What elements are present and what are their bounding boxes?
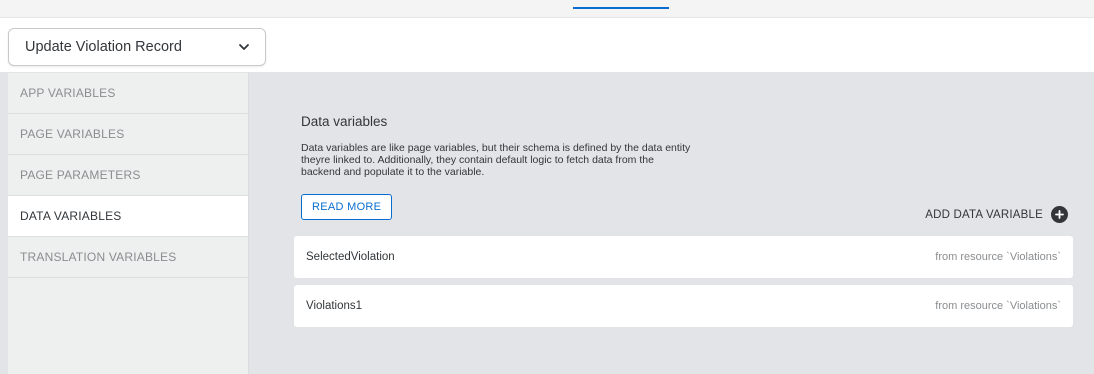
- data-variables-panel: Data variables Data variables are like p…: [294, 73, 1074, 374]
- sidebar-item-data-variables[interactable]: DATA VARIABLES: [8, 196, 248, 237]
- page-selector-dropdown[interactable]: Update Violation Record: [8, 28, 266, 66]
- variables-sidebar: APP VARIABLES PAGE VARIABLES PAGE PARAME…: [8, 73, 249, 374]
- sidebar-item-label: DATA VARIABLES: [20, 209, 122, 223]
- sidebar-item-page-variables[interactable]: PAGE VARIABLES: [8, 114, 248, 155]
- top-strip: [0, 0, 1094, 18]
- data-variable-row[interactable]: Violations1 from resource `Violations`: [294, 285, 1073, 327]
- read-more-button[interactable]: READ MORE: [301, 194, 393, 220]
- page-selector-label: Update Violation Record: [25, 39, 182, 55]
- description-line: theyre linked to. Additionally, they con…: [301, 154, 654, 166]
- add-data-variable-button[interactable]: ADD DATA VARIABLE: [925, 206, 1068, 223]
- sidebar-item-label: PAGE VARIABLES: [20, 127, 125, 141]
- main-area: APP VARIABLES PAGE VARIABLES PAGE PARAME…: [0, 73, 1094, 374]
- toolbar: Update Violation Record: [0, 18, 1094, 73]
- active-tab-indicator: [573, 7, 669, 9]
- sidebar-item-app-variables[interactable]: APP VARIABLES: [8, 73, 248, 114]
- sidebar-item-label: PAGE PARAMETERS: [20, 168, 141, 182]
- plus-circle-icon: [1051, 206, 1068, 223]
- variable-name: Violations1: [306, 300, 363, 312]
- add-data-variable-label: ADD DATA VARIABLE: [925, 208, 1043, 221]
- sidebar-item-page-parameters[interactable]: PAGE PARAMETERS: [8, 155, 248, 196]
- sidebar-item-label: APP VARIABLES: [20, 86, 116, 100]
- variable-name: SelectedViolation: [306, 251, 395, 263]
- description-line: Data variables are like page variables, …: [301, 142, 691, 154]
- section-description: Data variables are like page variables, …: [301, 142, 721, 178]
- sidebar-item-label: TRANSLATION VARIABLES: [20, 250, 177, 264]
- variable-source: from resource `Violations`: [935, 251, 1061, 263]
- section-title: Data variables: [301, 114, 388, 129]
- sidebar-item-translation-variables[interactable]: TRANSLATION VARIABLES: [8, 237, 248, 278]
- data-variable-row[interactable]: SelectedViolation from resource `Violati…: [294, 236, 1073, 278]
- description-line: backend and populate it to the variable.: [301, 166, 485, 178]
- chevron-down-icon: [237, 40, 251, 54]
- variable-source: from resource `Violations`: [935, 300, 1061, 312]
